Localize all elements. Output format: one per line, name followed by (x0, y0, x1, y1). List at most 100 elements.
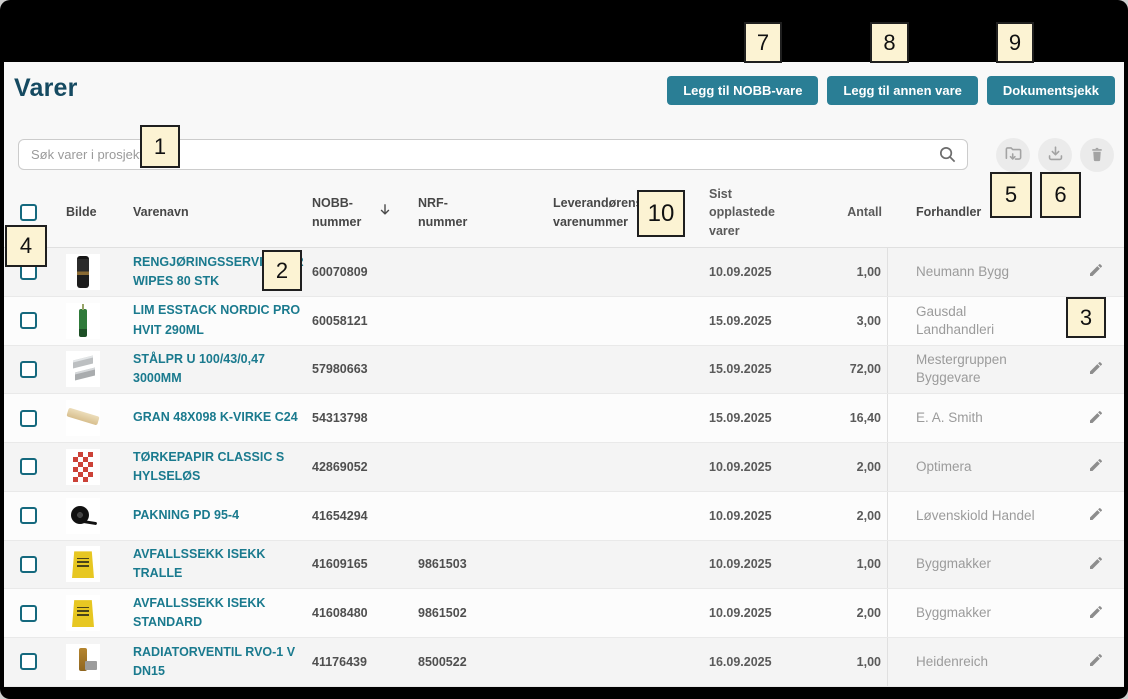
pencil-icon (1088, 656, 1104, 671)
product-name-link[interactable]: LIM ESSTACK NORDIC PRO HVIT 290ML (133, 301, 303, 340)
pencil-icon (1088, 266, 1104, 281)
nobb-number: 54313798 (312, 411, 408, 425)
edit-row-button[interactable] (1084, 648, 1108, 675)
nobb-number: 41176439 (312, 655, 408, 669)
nobb-number: 41654294 (312, 509, 408, 523)
row-checkbox[interactable] (20, 312, 37, 329)
row-checkbox[interactable] (20, 410, 37, 427)
last-uploaded-date: 10.09.2025 (699, 509, 809, 523)
product-name-link[interactable]: PAKNING PD 95-4 (133, 506, 239, 525)
table-row: AVFALLSSEKK ISEKK TRALLE 41609165 986150… (4, 541, 1124, 590)
last-uploaded-date: 10.09.2025 (699, 460, 809, 474)
row-checkbox[interactable] (20, 605, 37, 622)
steel-profile-image (66, 351, 100, 387)
table-row: RENGJØRINGSSERVIETTER WIPES 80 STK 60070… (4, 248, 1124, 297)
export-folder-button[interactable] (996, 138, 1030, 172)
select-all-checkbox[interactable] (20, 204, 37, 221)
page-title: Varer (14, 74, 78, 103)
annotation-7: 7 (744, 22, 782, 63)
delete-button[interactable] (1080, 138, 1114, 172)
dealer-name: Optimera (916, 459, 972, 474)
table-body: RENGJØRINGSSERVIETTER WIPES 80 STK 60070… (4, 248, 1124, 687)
annotation-10: 10 (637, 190, 685, 237)
pencil-icon (1088, 559, 1104, 574)
column-header-nrf: NRF-nummer (418, 194, 476, 230)
product-name-link[interactable]: GRAN 48X098 K-VIRKE C24 (133, 408, 298, 427)
quantity: 72,00 (809, 346, 888, 394)
dealer-name: Byggmakker (916, 556, 991, 571)
waste-bag-image (66, 595, 100, 631)
row-checkbox[interactable] (20, 653, 37, 670)
last-uploaded-date: 15.09.2025 (699, 411, 809, 425)
search-icon (938, 145, 957, 169)
annotation-9: 9 (996, 22, 1034, 63)
quantity: 3,00 (809, 297, 888, 345)
table-row: STÅLPR U 100/43/0,47 3000MM 57980663 15.… (4, 346, 1124, 395)
quantity: 1,00 (809, 638, 888, 686)
product-name-link[interactable]: AVFALLSSEKK ISEKK TRALLE (133, 545, 303, 584)
product-name-link[interactable]: TØRKEPAPIR CLASSIC S HYLSELØS (133, 448, 303, 487)
nrf-number: 8500522 (408, 655, 543, 669)
add-nobb-item-button[interactable]: Legg til NOBB-vare (667, 76, 818, 105)
edit-row-button[interactable] (1084, 453, 1108, 480)
column-header-bilde: Bilde (66, 203, 97, 221)
dealer-name: E. A. Smith (916, 410, 983, 425)
column-header-nobb[interactable]: NOBB-nummer (312, 194, 408, 230)
last-uploaded-date: 10.09.2025 (699, 606, 809, 620)
annotation-2: 2 (262, 250, 302, 291)
edit-row-button[interactable] (1084, 258, 1108, 285)
paper-roll-image (66, 449, 100, 485)
glue-cartridge-image (66, 303, 100, 339)
add-other-item-button[interactable]: Legg til annen vare (827, 76, 977, 105)
edit-row-button[interactable] (1084, 600, 1108, 627)
quantity: 2,00 (809, 443, 888, 491)
products-table: Bilde Varenavn NOBB-nummer NRF-nummer Le… (4, 178, 1124, 687)
row-checkbox[interactable] (20, 556, 37, 573)
nobb-number: 42869052 (312, 460, 408, 474)
trash-icon (1088, 145, 1106, 166)
table-row: LIM ESSTACK NORDIC PRO HVIT 290ML 600581… (4, 297, 1124, 346)
pencil-icon (1088, 510, 1104, 525)
gasket-roll-image (66, 498, 100, 534)
table-row: TØRKEPAPIR CLASSIC S HYLSELØS 42869052 1… (4, 443, 1124, 492)
export-folder-icon (1004, 144, 1023, 166)
last-uploaded-date: 15.09.2025 (699, 314, 809, 328)
product-name-link[interactable]: STÅLPR U 100/43/0,47 3000MM (133, 350, 303, 389)
quantity: 16,40 (809, 394, 888, 442)
annotation-3: 3 (1066, 297, 1106, 338)
dealer-name: Byggmakker (916, 605, 991, 620)
quantity: 2,00 (809, 492, 888, 540)
edit-row-button[interactable] (1084, 356, 1108, 383)
annotation-5: 5 (990, 172, 1032, 218)
sort-descending-icon (378, 202, 392, 222)
table-header-row: Bilde Varenavn NOBB-nummer NRF-nummer Le… (4, 178, 1124, 248)
dealer-name: Heidenreich (916, 654, 988, 669)
row-checkbox[interactable] (20, 458, 37, 475)
nobb-number: 41608480 (312, 606, 408, 620)
table-actions (996, 138, 1114, 172)
nrf-number: 9861503 (408, 557, 543, 571)
edit-row-button[interactable] (1084, 551, 1108, 578)
download-button[interactable] (1038, 138, 1072, 172)
product-name-link[interactable]: AVFALLSSEKK ISEKK STANDARD (133, 594, 303, 633)
pencil-icon (1088, 461, 1104, 476)
column-header-antall: Antall (847, 205, 882, 219)
annotation-6: 6 (1040, 172, 1081, 218)
dealer-name: Gausdal Landhandleri (916, 304, 994, 337)
document-check-button[interactable]: Dokumentsjekk (987, 76, 1115, 105)
product-name-link[interactable]: RADIATORVENTIL RVO-1 V DN15 (133, 643, 303, 682)
canister-image (66, 254, 100, 290)
column-header-forhandler: Forhandler (916, 205, 981, 219)
row-checkbox[interactable] (20, 361, 37, 378)
app-window: Varer Legg til NOBB-vare Legg til annen … (0, 0, 1128, 699)
waste-bag-image (66, 546, 100, 582)
column-header-sist-opplastede-varer: Sist opplastede varer (709, 185, 799, 239)
pencil-icon (1088, 413, 1104, 428)
table-row: RADIATORVENTIL RVO-1 V DN15 41176439 850… (4, 638, 1124, 687)
nobb-number: 60070809 (312, 265, 408, 279)
row-checkbox[interactable] (20, 507, 37, 524)
dealer-name: Løvenskiold Handel (916, 508, 1035, 523)
edit-row-button[interactable] (1084, 405, 1108, 432)
table-row: PAKNING PD 95-4 41654294 10.09.2025 2,00… (4, 492, 1124, 541)
edit-row-button[interactable] (1084, 502, 1108, 529)
